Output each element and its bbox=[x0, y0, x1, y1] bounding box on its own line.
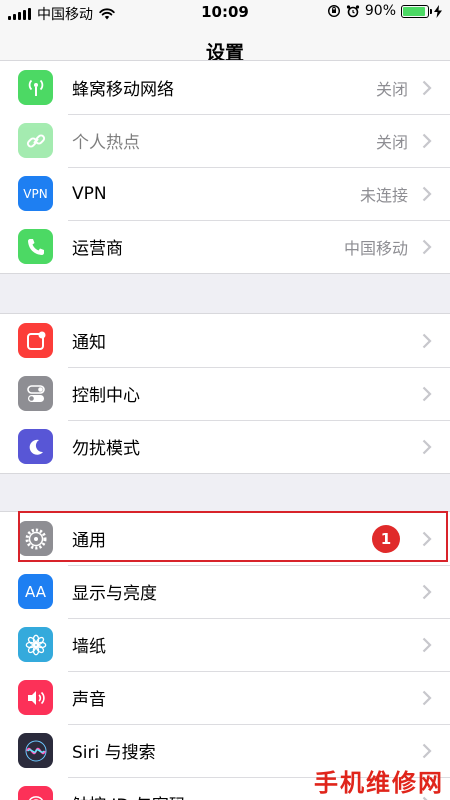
settings-row-label: 通知 bbox=[72, 333, 106, 353]
battery-icon bbox=[401, 4, 432, 18]
chevron-right-icon bbox=[422, 439, 432, 455]
settings-row-value: 关闭 bbox=[375, 79, 408, 99]
settings-row-value: 未连接 bbox=[359, 185, 408, 205]
flower-icon bbox=[18, 627, 53, 662]
settings-row-value: 中国移动 bbox=[343, 238, 408, 258]
alarm-icon bbox=[346, 5, 359, 18]
settings-row-label: 墙纸 bbox=[72, 637, 106, 657]
battery-percent: 90% bbox=[364, 3, 396, 19]
settings-row-display-brightness[interactable]: AA 显示与亮度 bbox=[0, 565, 450, 618]
orientation-lock-icon bbox=[327, 4, 340, 18]
settings-row-cellular[interactable]: 蜂窝移动网络 关闭 bbox=[0, 61, 450, 114]
settings-row-label: 触控 ID 与密码 bbox=[72, 791, 186, 800]
settings-row-label: 控制中心 bbox=[72, 386, 140, 406]
chevron-right-icon bbox=[422, 186, 432, 202]
settings-group-general: 通用 1 AA 显示与亮度 墙纸 声音 Siri 与搜索 触控 ID 与密码 bbox=[0, 511, 450, 800]
settings-row-do-not-disturb[interactable]: 勿扰模式 bbox=[0, 420, 450, 473]
status-bar: 中国移动 10:09 90% bbox=[0, 0, 450, 26]
chevron-right-icon bbox=[422, 133, 432, 149]
settings-row-label: 显示与亮度 bbox=[72, 584, 157, 604]
toggle-icon bbox=[18, 376, 53, 411]
settings-row-notifications[interactable]: 通知 bbox=[0, 314, 450, 367]
text-size-icon: AA bbox=[18, 574, 53, 609]
phone-icon bbox=[18, 229, 53, 264]
settings-row-vpn[interactable]: VPN VPN 未连接 bbox=[0, 167, 450, 220]
settings-row-label: 声音 bbox=[72, 690, 106, 710]
hotspot-link-icon bbox=[18, 123, 53, 158]
settings-row-label: Siri 与搜索 bbox=[72, 743, 156, 763]
chevron-right-icon bbox=[422, 386, 432, 402]
settings-row-control-center[interactable]: 控制中心 bbox=[0, 367, 450, 420]
status-right: 90% bbox=[327, 3, 442, 19]
step-number-badge: 1 bbox=[372, 525, 400, 553]
settings-row-label: VPN bbox=[72, 183, 107, 204]
watermark: 手机维修网 bbox=[314, 769, 444, 797]
settings-group-system: 通知 控制中心 勿扰模式 bbox=[0, 313, 450, 474]
settings-row-wallpaper[interactable]: 墙纸 bbox=[0, 618, 450, 671]
siri-icon bbox=[18, 733, 53, 768]
chevron-right-icon bbox=[422, 531, 432, 547]
speaker-icon bbox=[18, 680, 53, 715]
charging-bolt-icon bbox=[434, 4, 442, 18]
gear-icon bbox=[18, 521, 53, 556]
vpn-icon: VPN bbox=[18, 176, 53, 211]
settings-row-label: 通用 bbox=[72, 531, 106, 551]
settings-row-label: 蜂窝移动网络 bbox=[72, 80, 174, 100]
settings-row-value: 关闭 bbox=[375, 132, 408, 152]
chevron-right-icon bbox=[422, 239, 432, 255]
fingerprint-icon bbox=[18, 786, 53, 800]
chevron-right-icon bbox=[422, 743, 432, 759]
settings-row-label: 个人热点 bbox=[72, 133, 140, 153]
settings-row-label: 勿扰模式 bbox=[72, 439, 140, 459]
chevron-right-icon bbox=[422, 690, 432, 706]
settings-row-sounds[interactable]: 声音 bbox=[0, 671, 450, 724]
settings-row-label: 运营商 bbox=[72, 239, 123, 259]
settings-group-network: 蜂窝移动网络 关闭 个人热点 关闭 VPN VPN 未连接 运营商 中国移动 bbox=[0, 60, 450, 274]
notification-icon bbox=[18, 323, 53, 358]
cellular-antenna-icon bbox=[18, 70, 53, 105]
chevron-right-icon bbox=[422, 333, 432, 349]
settings-row-hotspot[interactable]: 个人热点 关闭 bbox=[0, 114, 450, 167]
chevron-right-icon bbox=[422, 80, 432, 96]
chevron-right-icon bbox=[422, 637, 432, 653]
moon-icon bbox=[18, 429, 53, 464]
settings-row-general[interactable]: 通用 1 bbox=[0, 512, 450, 565]
settings-row-carrier[interactable]: 运营商 中国移动 bbox=[0, 220, 450, 273]
chevron-right-icon bbox=[422, 584, 432, 600]
